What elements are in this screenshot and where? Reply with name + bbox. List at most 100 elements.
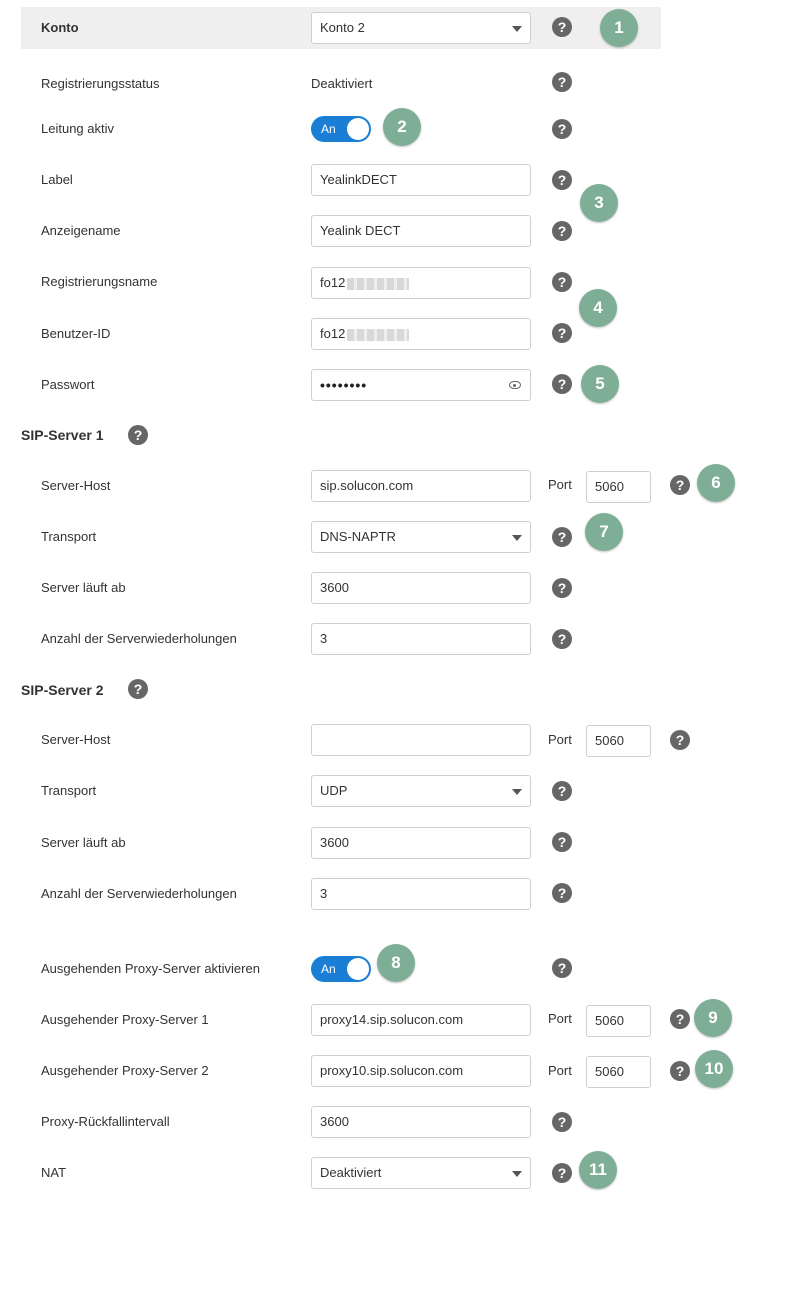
help-line-active-icon[interactable]: ? <box>552 119 572 139</box>
line-active-label: Leitung aktiv <box>41 121 114 136</box>
sip2-port-label: Port <box>548 732 572 747</box>
reg-status-label: Registrierungsstatus <box>41 76 160 91</box>
help-account-icon[interactable]: ? <box>552 17 572 37</box>
proxy-enable-toggle[interactable]: An <box>311 956 371 982</box>
password-value: •••••••• <box>320 377 368 393</box>
register-name-value: fo12 <box>320 275 346 290</box>
callout-badge-9: 9 <box>694 999 732 1037</box>
sip2-expires-label: Server läuft ab <box>41 835 126 850</box>
help-sip2-retries-icon[interactable]: ? <box>552 883 572 903</box>
help-nat-icon[interactable]: ? <box>552 1163 572 1183</box>
password-label: Passwort <box>41 377 95 392</box>
line-active-toggle-text: An <box>321 122 336 136</box>
help-sip1-server-host-icon[interactable]: ? <box>670 475 690 495</box>
sip1-port-input[interactable]: 5060 <box>586 471 651 503</box>
reg-status-value: Deaktiviert <box>311 76 373 91</box>
sip2-retries-input[interactable]: 3 <box>311 878 531 910</box>
help-sip2-transport-icon[interactable]: ? <box>552 781 572 801</box>
proxy-enable-toggle-text: An <box>321 962 336 976</box>
proxy-server-2-port-label: Port <box>548 1063 572 1078</box>
callout-badge-8: 8 <box>377 944 415 982</box>
help-proxy-fallback-icon[interactable]: ? <box>552 1112 572 1132</box>
register-name-input[interactable]: fo12 <box>311 267 531 299</box>
toggle-knob <box>347 118 369 140</box>
help-sip2-server-host-icon[interactable]: ? <box>670 730 690 750</box>
proxy-server-1-port-label: Port <box>548 1011 572 1026</box>
help-register-name-icon[interactable]: ? <box>552 272 572 292</box>
sip1-server-host-input[interactable]: sip.solucon.com <box>311 470 531 502</box>
callout-badge-10: 10 <box>695 1050 733 1088</box>
sip1-transport-select[interactable]: DNS-NAPTR <box>311 521 531 553</box>
callout-badge-7: 7 <box>585 513 623 551</box>
sip2-expires-input[interactable]: 3600 <box>311 827 531 859</box>
help-sip-server-2-icon[interactable]: ? <box>128 679 148 699</box>
sip1-retries-input[interactable]: 3 <box>311 623 531 655</box>
sip1-expires-input[interactable]: 3600 <box>311 572 531 604</box>
sip1-transport-label: Transport <box>41 529 97 544</box>
proxy-server-2-port-input[interactable]: 5060 <box>586 1056 651 1088</box>
help-sip1-expires-icon[interactable]: ? <box>552 578 572 598</box>
sip1-port-label: Port <box>548 477 572 492</box>
help-user-id-icon[interactable]: ? <box>552 323 572 343</box>
line-active-toggle[interactable]: An <box>311 116 371 142</box>
proxy-server-1-port-input[interactable]: 5060 <box>586 1005 651 1037</box>
help-display-name-icon[interactable]: ? <box>552 221 572 241</box>
callout-badge-3: 3 <box>580 184 618 222</box>
chevron-down-icon <box>512 26 522 32</box>
sip2-server-host-label: Server-Host <box>41 732 111 747</box>
help-sip1-retries-icon[interactable]: ? <box>552 629 572 649</box>
sip1-server-host-label: Server-Host <box>41 478 111 493</box>
user-id-input[interactable]: fo12 <box>311 318 531 350</box>
account-select-value: Konto 2 <box>320 20 365 35</box>
sip1-transport-value: DNS-NAPTR <box>320 529 396 544</box>
proxy-enable-label: Ausgehenden Proxy-Server aktivieren <box>41 961 260 976</box>
account-label: Konto <box>41 20 79 35</box>
account-select[interactable]: Konto 2 <box>311 12 531 44</box>
sip2-server-host-input[interactable] <box>311 724 531 756</box>
redacted-text <box>347 277 410 290</box>
callout-badge-2: 2 <box>383 108 421 146</box>
redacted-text <box>347 328 410 341</box>
callout-badge-6: 6 <box>697 464 735 502</box>
proxy-fallback-input[interactable]: 3600 <box>311 1106 531 1138</box>
help-sip-server-1-icon[interactable]: ? <box>128 425 148 445</box>
callout-badge-11: 11 <box>579 1151 617 1189</box>
sip2-port-input[interactable]: 5060 <box>586 725 651 757</box>
help-sip2-expires-icon[interactable]: ? <box>552 832 572 852</box>
sip1-retries-label: Anzahl der Serverwiederholungen <box>41 631 237 646</box>
label-label: Label <box>41 172 73 187</box>
chevron-down-icon <box>512 789 522 795</box>
proxy-server-2-input[interactable]: proxy10.sip.solucon.com <box>311 1055 531 1087</box>
proxy-server-2-label: Ausgehender Proxy-Server 2 <box>41 1063 209 1078</box>
chevron-down-icon <box>512 535 522 541</box>
register-name-label: Registrierungsname <box>41 274 158 289</box>
callout-badge-1: 1 <box>600 9 638 47</box>
proxy-server-1-label: Ausgehender Proxy-Server 1 <box>41 1012 209 1027</box>
display-name-input[interactable]: Yealink DECT <box>311 215 531 247</box>
user-id-label: Benutzer-ID <box>41 326 111 341</box>
callout-badge-4: 4 <box>579 289 617 327</box>
toggle-knob <box>347 958 369 980</box>
sip2-transport-select[interactable]: UDP <box>311 775 531 807</box>
proxy-server-1-input[interactable]: proxy14.sip.solucon.com <box>311 1004 531 1036</box>
chevron-down-icon <box>512 1171 522 1177</box>
help-sip1-transport-icon[interactable]: ? <box>552 527 572 547</box>
help-password-icon[interactable]: ? <box>552 374 572 394</box>
password-input[interactable]: •••••••• <box>311 369 531 401</box>
sip1-expires-label: Server läuft ab <box>41 580 126 595</box>
label-input[interactable]: YealinkDECT <box>311 164 531 196</box>
help-proxy-server-2-icon[interactable]: ? <box>670 1061 690 1081</box>
display-name-label: Anzeigename <box>41 223 121 238</box>
user-id-value: fo12 <box>320 326 346 341</box>
nat-label: NAT <box>41 1165 67 1180</box>
help-proxy-server-1-icon[interactable]: ? <box>670 1009 690 1029</box>
callout-badge-5: 5 <box>581 365 619 403</box>
help-proxy-enable-icon[interactable]: ? <box>552 958 572 978</box>
sip2-transport-value: UDP <box>320 783 348 798</box>
nat-select[interactable]: Deaktiviert <box>311 1157 531 1189</box>
proxy-fallback-label: Proxy-Rückfallintervall <box>41 1114 170 1129</box>
help-label-icon[interactable]: ? <box>552 170 572 190</box>
sip-server-1-title: SIP-Server 1 <box>21 427 104 443</box>
help-reg-status-icon[interactable]: ? <box>552 72 572 92</box>
eye-icon[interactable] <box>509 381 521 389</box>
